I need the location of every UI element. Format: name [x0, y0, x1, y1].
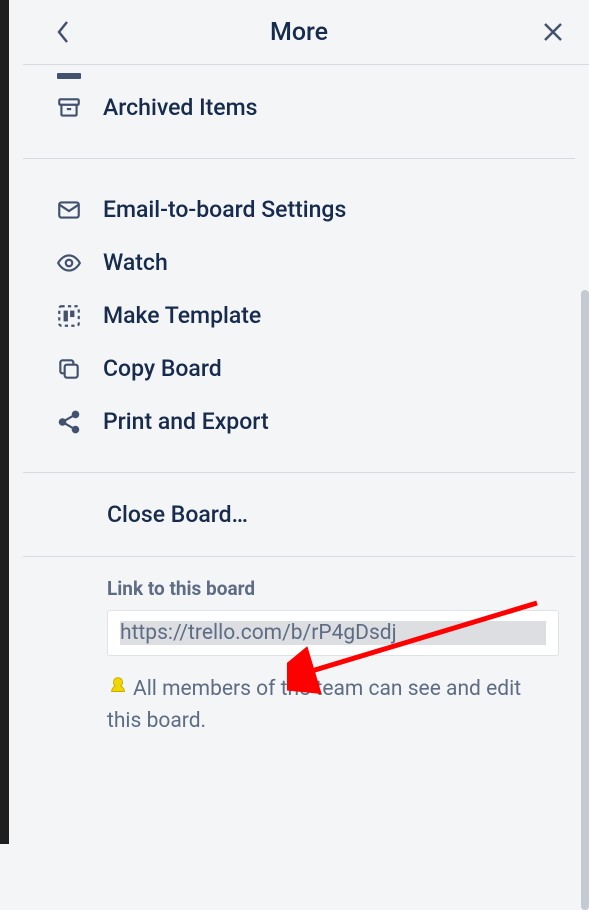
menu-group-top: Archived Items — [9, 81, 589, 134]
more-panel: More Archived Items — [9, 0, 589, 844]
panel-header: More — [9, 0, 589, 64]
menu-email-settings[interactable]: Email-to-board Settings — [9, 183, 589, 236]
menu-watch[interactable]: Watch — [9, 236, 589, 289]
panel-title: More — [270, 18, 328, 47]
scrollbar-thumb[interactable] — [581, 290, 589, 910]
menu-close-board[interactable]: Close Board… — [9, 473, 589, 556]
link-url-input[interactable] — [120, 621, 546, 645]
menu-archived-items[interactable]: Archived Items — [9, 81, 589, 134]
close-icon — [542, 21, 564, 43]
menu-label: Watch — [103, 249, 168, 276]
back-button[interactable] — [45, 14, 81, 50]
share-icon — [53, 409, 85, 435]
menu-label: Make Template — [103, 302, 261, 329]
mail-icon — [53, 197, 85, 223]
close-panel-button[interactable] — [535, 14, 571, 50]
menu-copy-board[interactable]: Copy Board — [9, 342, 589, 395]
menu-make-template[interactable]: Make Template — [9, 289, 589, 342]
chevron-left-icon — [56, 20, 70, 44]
link-visibility-text: All members of the team can see and edit… — [107, 677, 521, 733]
menu-label: Email-to-board Settings — [103, 196, 346, 223]
divider — [23, 64, 589, 65]
archive-icon — [53, 95, 85, 121]
link-visibility-note: All members of the team can see and edit… — [107, 674, 559, 737]
team-visible-icon — [107, 675, 129, 697]
menu-label: Print and Export — [103, 408, 269, 435]
menu-label: Close Board… — [107, 501, 248, 528]
partial-prev-item — [53, 69, 589, 81]
menu-label: Archived Items — [103, 94, 257, 121]
menu-group-actions: Email-to-board Settings Watch Make Templ… — [9, 183, 589, 448]
link-section: Link to this board All members of the te… — [9, 557, 589, 737]
link-label: Link to this board — [107, 577, 559, 600]
template-icon — [53, 303, 85, 329]
link-input-wrap[interactable] — [107, 610, 559, 656]
left-app-strip — [0, 0, 9, 844]
scrollbar-track[interactable] — [581, 70, 589, 830]
copy-icon — [53, 356, 85, 382]
menu-print-export[interactable]: Print and Export — [9, 395, 589, 448]
eye-icon — [53, 250, 85, 276]
menu-label: Copy Board — [103, 355, 222, 382]
